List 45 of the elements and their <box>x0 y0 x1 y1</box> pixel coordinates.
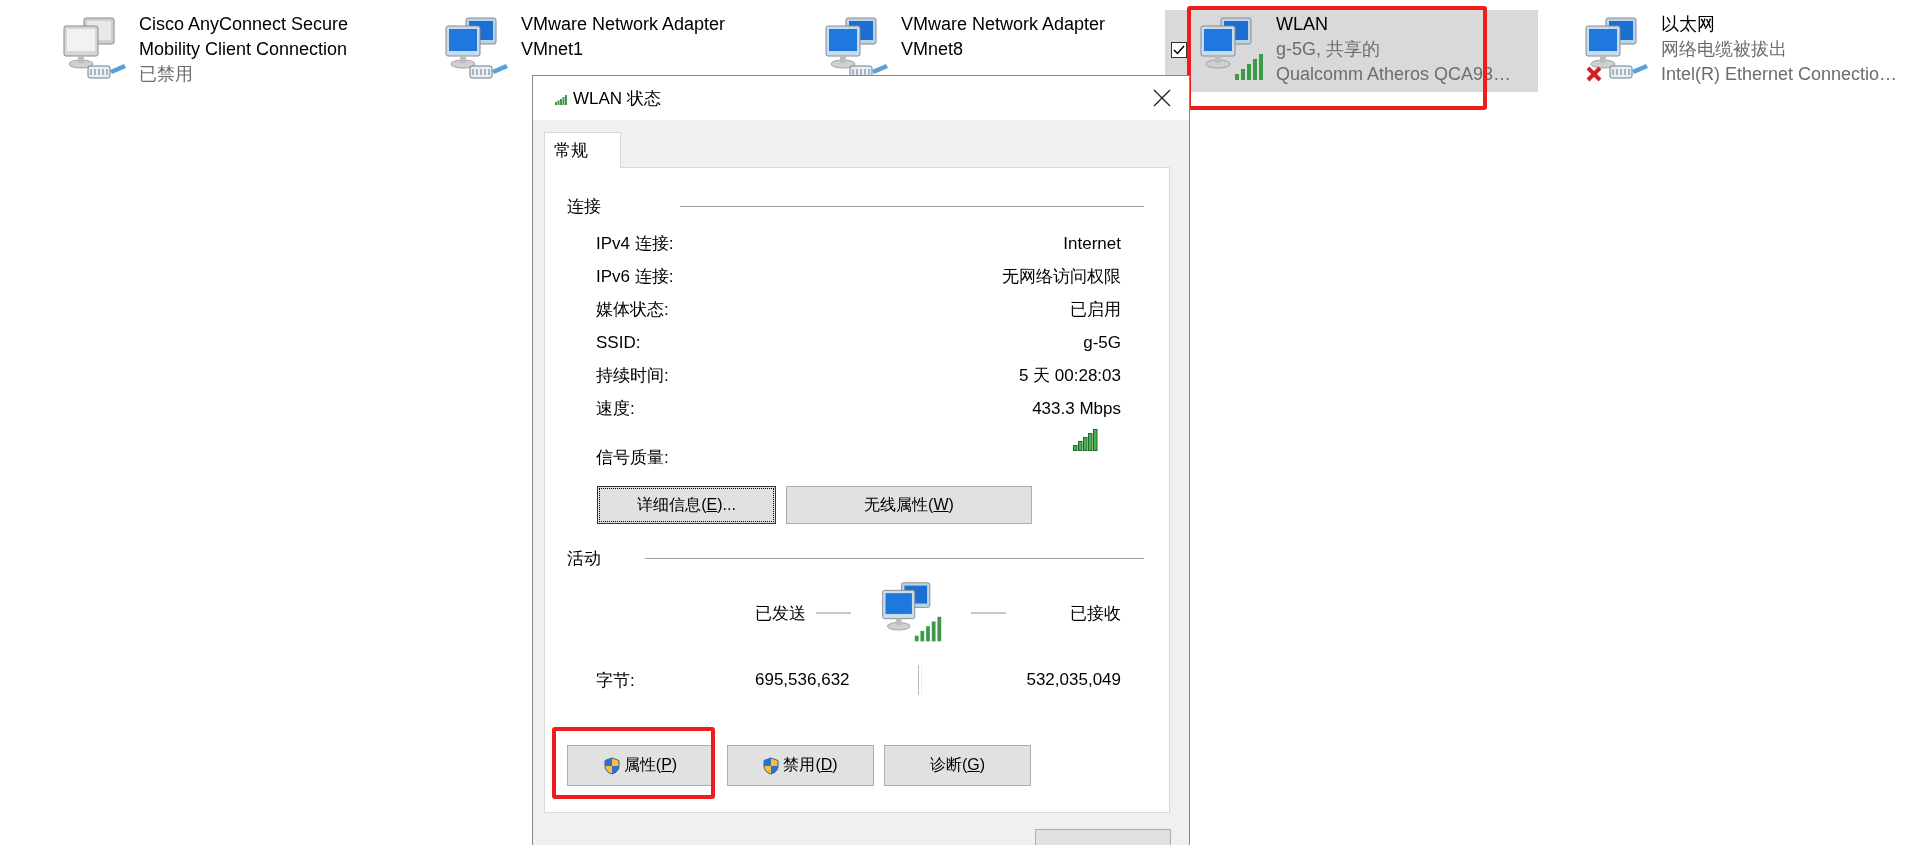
adapter-name: Cisco AnyConnect Secure Mobility Client Connection <box>139 13 350 61</box>
section-heading: 活动 <box>567 547 602 570</box>
field-value: g-5G <box>1083 332 1121 353</box>
field-label: 持续时间: <box>596 365 669 387</box>
signal-icon <box>555 95 567 105</box>
close-icon[interactable] <box>1153 89 1171 107</box>
sent-label: 已发送 <box>755 602 806 625</box>
field-label: IPv4 连接: <box>596 233 674 255</box>
dialog-button[interactable]: 属性(P) <box>567 745 714 786</box>
signal-strength-icon <box>1073 429 1099 451</box>
sent-bytes: 695,536,632 <box>755 670 851 690</box>
adapter-detail: 已禁用 <box>139 63 194 86</box>
checkbox[interactable] <box>1171 42 1187 58</box>
field-label: 信号质量: <box>596 447 669 469</box>
field-label: IPv6 连接: <box>596 266 674 288</box>
adapter-name: 以太网 <box>1661 13 1716 36</box>
field-label: SSID: <box>596 332 641 353</box>
adapter-detail: Intel(R) Ethernet Connectio… <box>1661 63 1899 86</box>
adapter-detail: 网络电缆被拔出 <box>1661 38 1788 61</box>
field-value: 无网络访问权限 <box>1002 266 1121 288</box>
dialog-button[interactable]: 详细信息(E)... <box>597 486 776 524</box>
adapter-detail: g-5G, 共享的 <box>1276 38 1382 61</box>
shield-icon <box>603 756 620 775</box>
dialog-button[interactable]: 禁用(D) <box>727 745 874 786</box>
field-value: 已启用 <box>1070 299 1121 321</box>
shield-icon <box>763 756 780 775</box>
field-label: 速度: <box>596 398 635 420</box>
field-value: 433.3 Mbps <box>1032 398 1121 419</box>
field-value: Internet <box>1063 233 1121 254</box>
field-label: 媒体状态: <box>596 299 669 321</box>
field-value: 5 天 00:28:03 <box>1018 365 1121 387</box>
received-bytes: 532,035,049 <box>1026 670 1121 690</box>
adapter-item[interactable]: Cisco AnyConnect Secure Mobility Client Connection 已禁用 <box>58 10 440 92</box>
dialog-button[interactable]: 无线属性(W) <box>786 486 1032 524</box>
window-title: WLAN 状态 <box>573 87 661 110</box>
field-label: 字节: <box>596 669 636 692</box>
adapter-name: VMware Network Adapter VMnet8 <box>901 13 1107 61</box>
adapter-name: VMware Network Adapter VMnet1 <box>521 13 727 61</box>
received-label: 已接收 <box>1070 602 1121 625</box>
adapter-name: WLAN <box>1276 13 1329 36</box>
section-heading: 连接 <box>567 195 602 218</box>
adapter-item[interactable]: VMware Network Adapter VMnet8 <box>820 10 1165 92</box>
tab[interactable]: 常规 <box>544 132 621 168</box>
dialog-button[interactable]: 诊断(G) <box>884 745 1031 786</box>
adapter-item[interactable]: 以太网 网络电缆被拔出 Intel(R) Ethernet Connectio… <box>1580 10 1920 92</box>
